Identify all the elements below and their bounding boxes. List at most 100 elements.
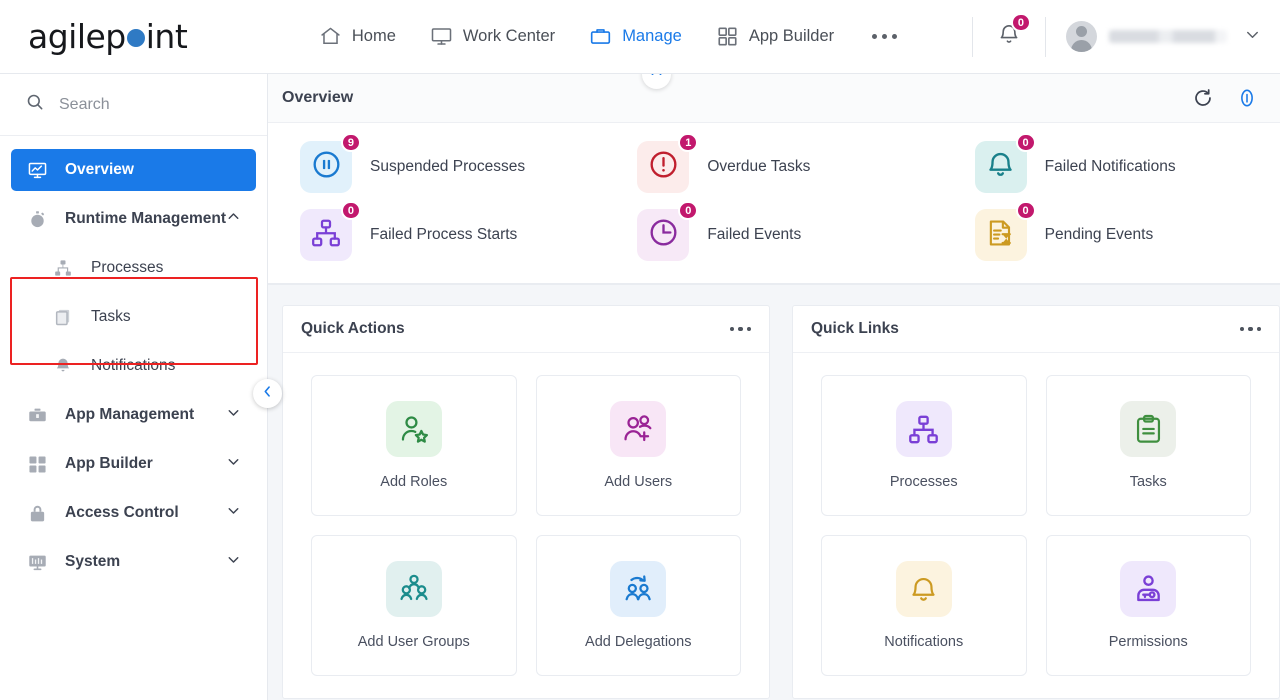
sidebar-item-tasks[interactable]: Tasks	[11, 296, 256, 338]
hierarchy-icon	[53, 258, 79, 278]
status-count-badge: 0	[1015, 133, 1036, 152]
tile-label: Add Users	[604, 474, 673, 490]
status-count-badge: 0	[340, 201, 361, 220]
bell-icon	[895, 561, 952, 617]
brand-name-part1: agilep	[28, 17, 126, 56]
status-card-failed-events[interactable]: 0 Failed Events	[605, 201, 942, 261]
nav-label-app-builder: App Builder	[748, 27, 835, 45]
tasks-icon	[53, 307, 79, 327]
people-group-icon	[385, 561, 442, 617]
quick-links-panel: Quick Links Processes Tasks Notification…	[792, 305, 1280, 699]
status-card-suspended-processes[interactable]: 9 Suspended Processes	[268, 133, 605, 193]
sidebar-label-tasks: Tasks	[91, 308, 131, 325]
status-card-failed-notifications[interactable]: 0 Failed Notifications	[943, 133, 1280, 193]
tile-label: Add User Groups	[357, 634, 470, 650]
sidebar-label-system: System	[65, 553, 121, 570]
avatar[interactable]	[1066, 21, 1097, 52]
quick-action-add-user-groups[interactable]: Add User Groups	[311, 535, 517, 676]
page-title: Overview	[282, 89, 354, 106]
status-icon-wrap: 0	[637, 201, 699, 261]
chevron-down-icon	[225, 551, 242, 573]
nav-item-work-center[interactable]: Work Center	[430, 25, 555, 48]
quick-links-tiles: Processes Tasks Notifications Permission…	[793, 353, 1279, 698]
sidebar-label-overview: Overview	[65, 161, 134, 178]
info-icon[interactable]	[1236, 87, 1258, 109]
sidebar-item-overview[interactable]: Overview	[11, 149, 256, 191]
sidebar-item-runtime-management[interactable]: Runtime Management	[11, 198, 256, 240]
brand-logo[interactable]: agilep int	[0, 0, 268, 73]
monitor-icon	[430, 25, 453, 48]
search-input[interactable]: Search	[0, 74, 267, 136]
more-dots-icon[interactable]	[729, 326, 751, 332]
person-key-icon	[1120, 561, 1177, 617]
status-icon-wrap: 1	[637, 133, 699, 193]
search-icon	[25, 92, 45, 117]
nav-item-manage[interactable]: Manage	[589, 25, 682, 48]
brand-dot-icon	[126, 29, 145, 47]
sidebar-item-access-control[interactable]: Access Control	[11, 492, 256, 534]
status-label: Failed Notifications	[1044, 158, 1176, 175]
sidebar-item-system[interactable]: System	[11, 541, 256, 583]
quick-action-add-delegations[interactable]: Add Delegations	[535, 535, 741, 676]
chevron-up-icon	[649, 74, 664, 85]
brand-name-part2: int	[145, 17, 188, 56]
status-label: Suspended Processes	[370, 158, 526, 175]
quick-action-add-roles[interactable]: Add Roles	[311, 375, 517, 516]
people-plus-icon	[610, 401, 667, 457]
briefcase-icon	[589, 25, 612, 48]
status-card-failed-process-starts[interactable]: 0 Failed Process Starts	[268, 201, 605, 261]
dashboard-icon	[27, 160, 53, 181]
quick-actions-header: Quick Actions	[283, 306, 769, 353]
nav-label-manage: Manage	[622, 27, 682, 45]
chevron-down-icon[interactable]	[1243, 25, 1262, 49]
overview-panel: Overview 9 Suspended Processes 1 Overdue…	[268, 74, 1280, 285]
quick-link-processes[interactable]: Processes	[821, 375, 1027, 516]
status-label: Failed Events	[707, 226, 802, 243]
status-icon-wrap: 0	[974, 133, 1036, 193]
hierarchy-icon	[895, 401, 952, 457]
nav-item-app-builder[interactable]: App Builder	[716, 25, 834, 48]
status-card-overdue-tasks[interactable]: 1 Overdue Tasks	[605, 133, 942, 193]
pause-circle-icon	[310, 148, 343, 186]
alert-circle-icon	[647, 148, 680, 186]
quick-link-tasks[interactable]: Tasks	[1045, 375, 1251, 516]
sidebar-item-notifications[interactable]: Notifications	[11, 345, 256, 387]
sidebar-item-processes[interactable]: Processes	[11, 247, 256, 289]
tile-label: Tasks	[1129, 474, 1167, 490]
quick-link-notifications[interactable]: Notifications	[821, 535, 1027, 676]
quick-actions-tiles: Add Roles Add Users Add User Groups Add …	[283, 353, 769, 698]
search-placeholder: Search	[59, 95, 110, 113]
quick-link-permissions[interactable]: Permissions	[1045, 535, 1251, 676]
sidebar-label-access-control: Access Control	[65, 504, 179, 521]
status-count-badge: 9	[340, 133, 361, 152]
sidebar-label-app-builder: App Builder	[65, 455, 153, 472]
status-count-badge: 0	[1015, 201, 1036, 220]
nav-item-home[interactable]: Home	[319, 25, 396, 48]
quick-action-add-users[interactable]: Add Users	[535, 375, 741, 516]
status-label: Overdue Tasks	[707, 158, 811, 175]
chevron-down-icon	[225, 453, 242, 475]
chevron-up-icon	[225, 208, 242, 230]
document-hourglass-icon	[985, 217, 1017, 254]
more-dots-icon[interactable]	[1239, 326, 1261, 332]
grid-icon	[716, 25, 739, 48]
sidebar-collapse-button[interactable]	[253, 379, 282, 408]
more-dots-icon[interactable]	[868, 34, 901, 39]
system-icon	[27, 552, 53, 573]
sidebar-label-processes: Processes	[91, 259, 164, 276]
chevron-down-icon	[225, 404, 242, 426]
sidebar-label-notifications: Notifications	[91, 357, 176, 374]
sidebar: Search Overview Runtime Management Proce…	[0, 74, 268, 700]
top-header: agilep int Home Work Center Manage App B…	[0, 0, 1280, 74]
header-right-actions: 0	[952, 13, 1280, 57]
bell-icon	[997, 25, 1021, 50]
refresh-icon[interactable]	[1192, 87, 1214, 109]
main-content: Overview 9 Suspended Processes 1 Overdue…	[268, 74, 1280, 700]
sidebar-item-app-builder[interactable]: App Builder	[11, 443, 256, 485]
tile-label: Processes	[889, 474, 958, 490]
notifications-button[interactable]: 0	[993, 13, 1031, 55]
status-card-pending-events[interactable]: 0 Pending Events	[943, 201, 1280, 261]
lock-icon	[27, 503, 53, 524]
nav-label-work-center: Work Center	[462, 27, 556, 45]
sidebar-item-app-management[interactable]: App Management	[11, 394, 256, 436]
